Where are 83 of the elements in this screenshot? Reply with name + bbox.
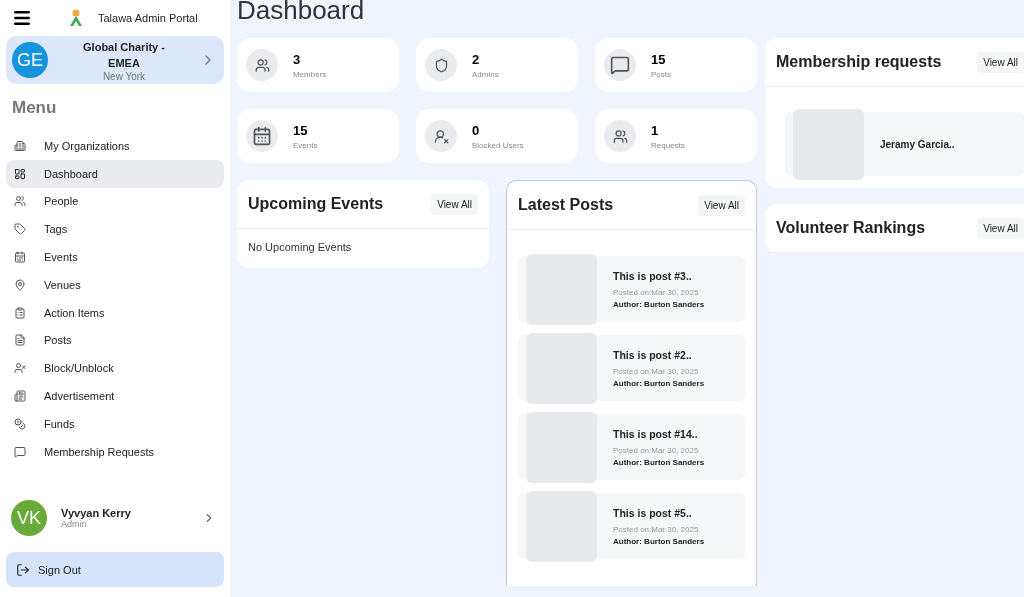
- user-role: Admin: [61, 519, 87, 529]
- view-all-button[interactable]: View All: [977, 217, 1024, 239]
- organization-avatar: GE: [12, 42, 48, 78]
- post-date: Posted on:Mar 30, 2025: [613, 524, 700, 534]
- view-all-button[interactable]: View All: [431, 193, 478, 215]
- menu-item[interactable]: Action Items: [6, 298, 224, 327]
- tag-icon: [14, 223, 26, 236]
- card-title: Volunteer Rankings: [776, 219, 926, 237]
- menu-item[interactable]: Events: [6, 243, 224, 271]
- people-icon: [14, 195, 26, 208]
- view-all-button[interactable]: View All: [698, 194, 745, 216]
- post-author: Author: Burton Sanders: [613, 457, 705, 467]
- post-card[interactable]: This is post #5.. Posted on:Mar 30, 2025 Author: Burton Sanders: [518, 493, 745, 559]
- menu-item[interactable]: Membership Requests: [6, 437, 224, 466]
- blocked-user-icon: [425, 120, 457, 152]
- stat-value: 3: [293, 51, 302, 67]
- post-date: Posted on:Mar 30, 2025: [613, 445, 700, 455]
- pin-icon: [14, 278, 26, 291]
- coins-icon: [14, 417, 26, 430]
- menu-item[interactable]: People: [6, 187, 224, 216]
- calendar-icon: [14, 251, 26, 264]
- chat-icon: [604, 49, 636, 81]
- stat-label: Events: [293, 140, 318, 150]
- menu-item[interactable]: My Organizations: [6, 132, 224, 160]
- post-title: This is post #3..: [613, 269, 693, 282]
- post-card[interactable]: This is post #14.. Posted on:Mar 30, 2025 Author: Burton Sanders: [518, 414, 745, 480]
- page-title: Dashboard: [237, 0, 366, 26]
- requester-name: Jeramy Garcia..: [880, 138, 955, 150]
- message-icon: [14, 445, 26, 458]
- stat-label: Admins: [472, 69, 499, 79]
- building-icon: [14, 139, 26, 152]
- stat-label: Blocked Users: [472, 140, 524, 150]
- menu-item[interactable]: Block/Unblock: [6, 354, 224, 383]
- post-card[interactable]: This is post #3.. Posted on:Mar 30, 2025 Author: Burton Sanders: [518, 256, 745, 322]
- user-name: Vyvyan Kerry: [61, 507, 132, 519]
- card-title: Upcoming Events: [248, 195, 384, 213]
- post-date: Posted on:Mar 30, 2025: [613, 287, 700, 297]
- stat-value: 0: [472, 122, 481, 138]
- sign-out-icon: [16, 562, 30, 577]
- stat-value: 1: [651, 122, 660, 138]
- menu-item[interactable]: Dashboard: [6, 159, 224, 188]
- menu-item[interactable]: Venues: [6, 271, 224, 299]
- view-all-button[interactable]: View All: [977, 51, 1024, 73]
- card-title: Latest Posts: [518, 196, 614, 214]
- user-icon: [14, 362, 26, 375]
- menu-item[interactable]: Advertisement: [6, 382, 224, 410]
- card-title: Membership requests: [776, 53, 942, 71]
- menu-heading: Menu: [12, 98, 58, 118]
- stat-label: Posts: [651, 69, 671, 79]
- dashboard-icon: [14, 167, 26, 180]
- stat-value: 2: [472, 51, 481, 67]
- organization-name: Global Charity - EMEA: [82, 39, 166, 71]
- menu-item[interactable]: Tags: [6, 215, 224, 244]
- calendar-icon: [246, 120, 278, 152]
- post-title: This is post #2..: [613, 348, 693, 361]
- menu-item[interactable]: Posts: [6, 326, 224, 355]
- post-card[interactable]: This is post #2.. Posted on:Mar 30, 2025 Author: Burton Sanders: [518, 335, 745, 401]
- post-title: This is post #14..: [613, 427, 699, 440]
- post-author: Author: Burton Sanders: [613, 378, 705, 388]
- organization-card[interactable]: GE Global Charity - EMEA New York: [6, 36, 224, 84]
- stat-value: 15: [293, 122, 309, 138]
- post-title: This is post #5..: [613, 506, 693, 519]
- people-icon: [604, 120, 636, 152]
- user-profile[interactable]: VK Vyvyan Kerry Admin: [6, 498, 224, 538]
- menu-icon[interactable]: [12, 8, 32, 28]
- shield-icon: [425, 49, 457, 81]
- newspaper-icon: [14, 390, 26, 403]
- stat-label: Requests: [651, 140, 685, 150]
- post-author: Author: Burton Sanders: [613, 536, 705, 546]
- post-author: Author: Burton Sanders: [613, 299, 705, 309]
- post-date: Posted on:Mar 30, 2025: [613, 366, 700, 376]
- clipboard-icon: [14, 306, 26, 319]
- people-icon: [246, 49, 278, 81]
- stat-label: Members: [293, 69, 327, 79]
- menu-item[interactable]: Funds: [6, 409, 224, 438]
- user-avatar: VK: [11, 500, 47, 536]
- document-icon: [14, 334, 26, 347]
- stat-value: 15: [651, 51, 667, 67]
- empty-message: No Upcoming Events: [247, 240, 353, 255]
- sign-out-button[interactable]: Sign Out: [6, 552, 224, 587]
- app-title: Talawa Admin Portal: [98, 12, 198, 24]
- organization-location: New York: [102, 70, 146, 82]
- logo-icon: [68, 9, 84, 27]
